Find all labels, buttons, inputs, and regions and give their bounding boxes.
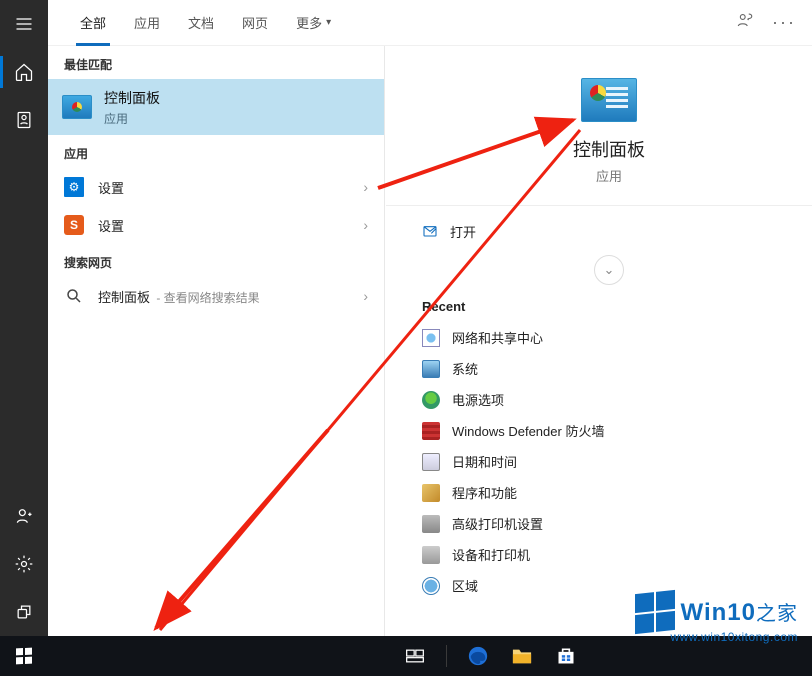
chevron-right-icon: ›	[363, 217, 368, 233]
tab-all[interactable]: 全部	[66, 0, 120, 46]
devices-printers-icon	[422, 546, 440, 564]
sogou-icon: S	[64, 215, 84, 235]
search-filter-tabs: 全部 应用 文档 网页 更多▾ ···	[48, 0, 812, 46]
recent-item-label: 高级打印机设置	[452, 514, 543, 533]
best-match-subtitle: 应用	[104, 110, 160, 127]
recent-item-label: 程序和功能	[452, 483, 517, 502]
web-search-result[interactable]: 控制面板 - 查看网络搜索结果 ›	[48, 277, 384, 315]
recent-item-label: 日期和时间	[452, 452, 517, 471]
settings-button[interactable]	[0, 540, 48, 588]
home-button[interactable]	[0, 48, 48, 96]
recent-item[interactable]: 高级打印机设置	[422, 508, 796, 539]
web-search-text: 控制面板 - 查看网络搜索结果	[98, 287, 363, 306]
feedback-icon[interactable]	[736, 11, 754, 34]
region-icon	[422, 577, 440, 595]
control-panel-icon	[62, 95, 92, 119]
divider	[386, 205, 812, 206]
recent-item-label: 系统	[452, 359, 478, 378]
open-label: 打开	[450, 222, 476, 241]
contacts-button[interactable]	[0, 96, 48, 144]
best-match-title: 控制面板	[104, 88, 160, 108]
recent-item-label: 网络和共享中心	[452, 328, 543, 347]
results-panel: 最佳匹配 控制面板 应用 应用 ⚙ 设置 › S 设置 › 搜索网页 控制面板 …	[48, 46, 384, 636]
system-icon	[422, 360, 440, 378]
app-result-settings-2[interactable]: S 设置 ›	[48, 206, 384, 244]
chevron-right-icon: ›	[363, 288, 368, 304]
open-action[interactable]: 打开	[422, 216, 796, 247]
recent-item[interactable]: 程序和功能	[422, 477, 796, 508]
control-panel-large-icon	[581, 78, 637, 122]
more-options-icon[interactable]: ···	[772, 12, 796, 33]
recent-item[interactable]: 电源选项	[422, 384, 796, 415]
search-icon	[64, 286, 84, 306]
start-button[interactable]	[0, 636, 48, 676]
app-result-label: 设置	[98, 216, 363, 235]
recent-item[interactable]: 日期和时间	[422, 446, 796, 477]
app-result-label: 设置	[98, 178, 363, 197]
programs-icon	[422, 484, 440, 502]
detail-panel: 控制面板 应用 打开 ⌄ Recent 网络和共享中心 系统 电源选项 Wind…	[386, 46, 812, 636]
windows-logo-icon	[16, 648, 32, 665]
printer-settings-icon	[422, 515, 440, 533]
recent-item[interactable]: 系统	[422, 353, 796, 384]
best-match-label: 最佳匹配	[48, 46, 384, 79]
account-button[interactable]	[0, 492, 48, 540]
tab-apps[interactable]: 应用	[120, 0, 174, 46]
detail-title: 控制面板	[422, 136, 796, 162]
edge-button[interactable]	[465, 643, 491, 669]
apps-section-label: 应用	[48, 135, 384, 168]
recent-item[interactable]: 区域	[422, 570, 796, 601]
tab-more[interactable]: 更多▾	[282, 0, 345, 46]
recent-item[interactable]: 设备和打印机	[422, 539, 796, 570]
menu-button[interactable]	[0, 0, 48, 48]
recent-item-label: 电源选项	[452, 390, 504, 409]
vertical-divider	[384, 46, 385, 636]
recent-item-label: 区域	[452, 576, 478, 595]
file-explorer-button[interactable]	[509, 643, 535, 669]
recent-item[interactable]: 网络和共享中心	[422, 322, 796, 353]
tab-docs[interactable]: 文档	[174, 0, 228, 46]
network-icon	[422, 329, 440, 347]
gear-icon: ⚙	[64, 177, 84, 197]
taskbar-separator	[446, 645, 447, 667]
open-icon	[422, 224, 438, 240]
expand-toggle[interactable]: ⌄	[594, 255, 624, 285]
start-left-rail	[0, 0, 48, 636]
recent-item[interactable]: Windows Defender 防火墙	[422, 415, 796, 446]
recent-item-label: 设备和打印机	[452, 545, 530, 564]
chevron-right-icon: ›	[363, 179, 368, 195]
best-match-item[interactable]: 控制面板 应用	[48, 79, 384, 135]
taskbar	[0, 636, 812, 676]
recent-item-label: Windows Defender 防火墙	[452, 421, 604, 440]
firewall-icon	[422, 422, 440, 440]
tab-web[interactable]: 网页	[228, 0, 282, 46]
power-button[interactable]	[0, 588, 48, 636]
app-result-settings[interactable]: ⚙ 设置 ›	[48, 168, 384, 206]
power-icon	[422, 391, 440, 409]
detail-subtitle: 应用	[422, 166, 796, 185]
store-button[interactable]	[553, 643, 579, 669]
datetime-icon	[422, 453, 440, 471]
recent-label: Recent	[422, 299, 796, 314]
web-section-label: 搜索网页	[48, 244, 384, 277]
task-view-button[interactable]	[402, 643, 428, 669]
